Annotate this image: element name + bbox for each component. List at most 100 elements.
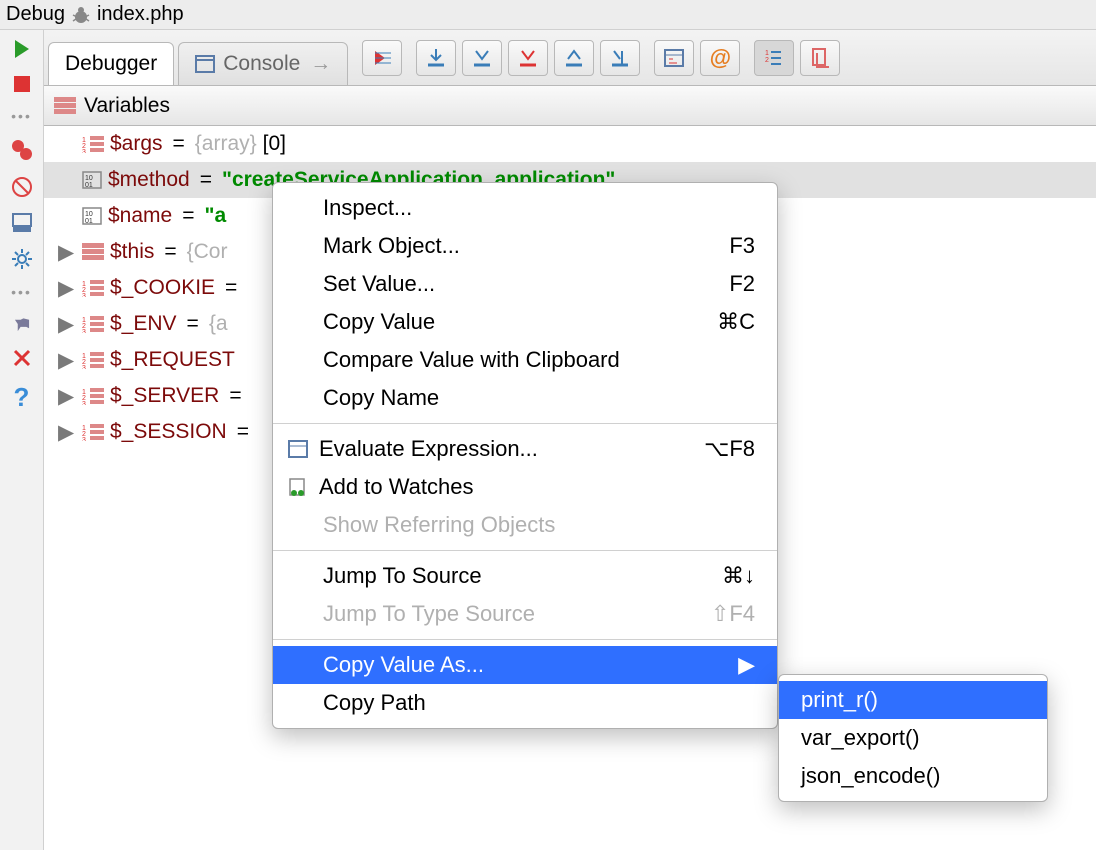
resume-icon[interactable] xyxy=(11,38,33,60)
var-type: {Cor xyxy=(187,240,228,264)
var-name: $_SERVER xyxy=(110,384,219,408)
bug-icon xyxy=(71,5,91,25)
cm-jump-to-source[interactable]: Jump To Source⌘↓ xyxy=(273,557,777,595)
bars-icon xyxy=(82,243,104,261)
calc-icon xyxy=(287,439,309,459)
tab-console[interactable]: Console → xyxy=(178,42,348,86)
cm-compare-clipboard[interactable]: Compare Value with Clipboard xyxy=(273,341,777,379)
panel-title: Variables xyxy=(84,94,170,118)
show-execution-point-button[interactable] xyxy=(362,40,402,76)
var-eq: = xyxy=(200,168,212,192)
cm-show-referring: Show Referring Objects xyxy=(273,506,777,544)
var-eq: = xyxy=(182,204,194,228)
var-name: $this xyxy=(110,240,154,264)
submenu-print-r[interactable]: print_r() xyxy=(779,681,1047,719)
help-icon[interactable]: ? xyxy=(14,382,30,413)
cm-copy-value[interactable]: Copy Value⌘C xyxy=(273,303,777,341)
svg-text:3: 3 xyxy=(82,293,86,297)
expand-icon[interactable]: ▶ xyxy=(58,420,76,445)
expand-icon[interactable]: ▶ xyxy=(58,276,76,301)
cm-mark-object[interactable]: Mark Object...F3 xyxy=(273,227,777,265)
cm-add-to-watches[interactable]: Add to Watches xyxy=(273,468,777,506)
separator xyxy=(273,550,777,551)
svg-text:3: 3 xyxy=(82,329,86,333)
sort-button[interactable]: 12 xyxy=(754,40,794,76)
chevron-right-icon: ▶ xyxy=(738,652,755,678)
popout-icon[interactable]: → xyxy=(310,52,331,76)
cm-copy-value-as[interactable]: Copy Value As...▶ xyxy=(273,646,777,684)
var-eq: = xyxy=(173,132,185,156)
svg-text:3: 3 xyxy=(82,365,86,369)
expand-icon[interactable]: ▶ xyxy=(58,384,76,409)
svg-text:2: 2 xyxy=(765,57,769,64)
bars-icon xyxy=(54,97,76,115)
svg-text:01: 01 xyxy=(85,218,93,225)
cm-copy-name[interactable]: Copy Name xyxy=(273,379,777,417)
expand-icon[interactable]: ▶ xyxy=(58,240,76,265)
dots-icon: ••• xyxy=(11,108,32,124)
variables-list: 123 $args = {array} [0] 1001 $method = "… xyxy=(44,126,1096,850)
titlebar: Debug index.php xyxy=(0,0,1096,30)
expand-icon[interactable]: ▶ xyxy=(58,312,76,337)
step-over-button[interactable] xyxy=(416,40,456,76)
expand-icon[interactable]: ▶ xyxy=(58,348,76,373)
array-icon: 123 xyxy=(82,351,104,369)
separator xyxy=(273,639,777,640)
stop-icon[interactable] xyxy=(12,74,32,94)
svg-text:10: 10 xyxy=(85,175,93,182)
context-menu: Inspect... Mark Object...F3 Set Value...… xyxy=(272,182,778,729)
console-icon xyxy=(195,55,215,73)
close-icon[interactable] xyxy=(12,348,32,368)
variables-header: Variables xyxy=(44,86,1096,126)
svg-text:3: 3 xyxy=(82,437,86,441)
debug-title: Debug xyxy=(6,3,65,26)
run-to-cursor-button[interactable] xyxy=(600,40,640,76)
pin-icon[interactable] xyxy=(12,314,32,334)
settings-icon[interactable] xyxy=(11,248,33,270)
var-suffix: [0] xyxy=(263,132,286,156)
array-icon: 123 xyxy=(82,423,104,441)
var-eq: = xyxy=(164,240,176,264)
cm-set-value[interactable]: Set Value...F2 xyxy=(273,265,777,303)
submenu-var-export[interactable]: var_export() xyxy=(779,719,1047,757)
cm-copy-path[interactable]: Copy Path xyxy=(273,684,777,722)
dots-icon-2: ••• xyxy=(11,284,32,300)
var-name: $args xyxy=(110,132,163,156)
layout-icon[interactable] xyxy=(11,212,33,234)
var-type: {a xyxy=(209,312,228,336)
copy-button[interactable] xyxy=(800,40,840,76)
step-out-button[interactable] xyxy=(554,40,594,76)
var-eq: = xyxy=(237,420,249,444)
var-row[interactable]: 123 $args = {array} [0] xyxy=(44,126,1096,162)
tab-debugger[interactable]: Debugger xyxy=(48,42,174,86)
svg-text:01: 01 xyxy=(85,182,93,189)
left-toolbar: ••• ••• ? xyxy=(0,30,44,850)
separator xyxy=(273,423,777,424)
cm-evaluate-expression[interactable]: Evaluate Expression...⌥F8 xyxy=(273,430,777,468)
svg-text:10: 10 xyxy=(85,211,93,218)
tabbar: Debugger Console → @ 12 xyxy=(44,30,1096,86)
var-name: $_REQUEST xyxy=(110,348,235,372)
debug-toolbar xyxy=(362,40,402,76)
var-type: {array} xyxy=(195,132,257,156)
array-icon: 123 xyxy=(82,387,104,405)
array-icon: 123 xyxy=(82,135,104,153)
var-name: $name xyxy=(108,204,172,228)
breakpoints-icon[interactable] xyxy=(10,138,34,162)
svg-text:3: 3 xyxy=(82,401,86,405)
tab-label: Debugger xyxy=(65,52,157,76)
watch-icon xyxy=(287,477,309,497)
mute-breakpoints-icon[interactable] xyxy=(11,176,33,198)
cm-jump-to-type-source: Jump To Type Source⇧F4 xyxy=(273,595,777,633)
var-name: $_SESSION xyxy=(110,420,227,444)
var-eq: = xyxy=(225,276,237,300)
svg-text:3: 3 xyxy=(82,149,86,153)
var-name: $_COOKIE xyxy=(110,276,215,300)
array-icon: 123 xyxy=(82,315,104,333)
at-icon-button[interactable]: @ xyxy=(700,40,740,76)
submenu-json-encode[interactable]: json_encode() xyxy=(779,757,1047,795)
force-step-into-button[interactable] xyxy=(508,40,548,76)
cm-inspect[interactable]: Inspect... xyxy=(273,189,777,227)
evaluate-button[interactable] xyxy=(654,40,694,76)
step-into-button[interactable] xyxy=(462,40,502,76)
